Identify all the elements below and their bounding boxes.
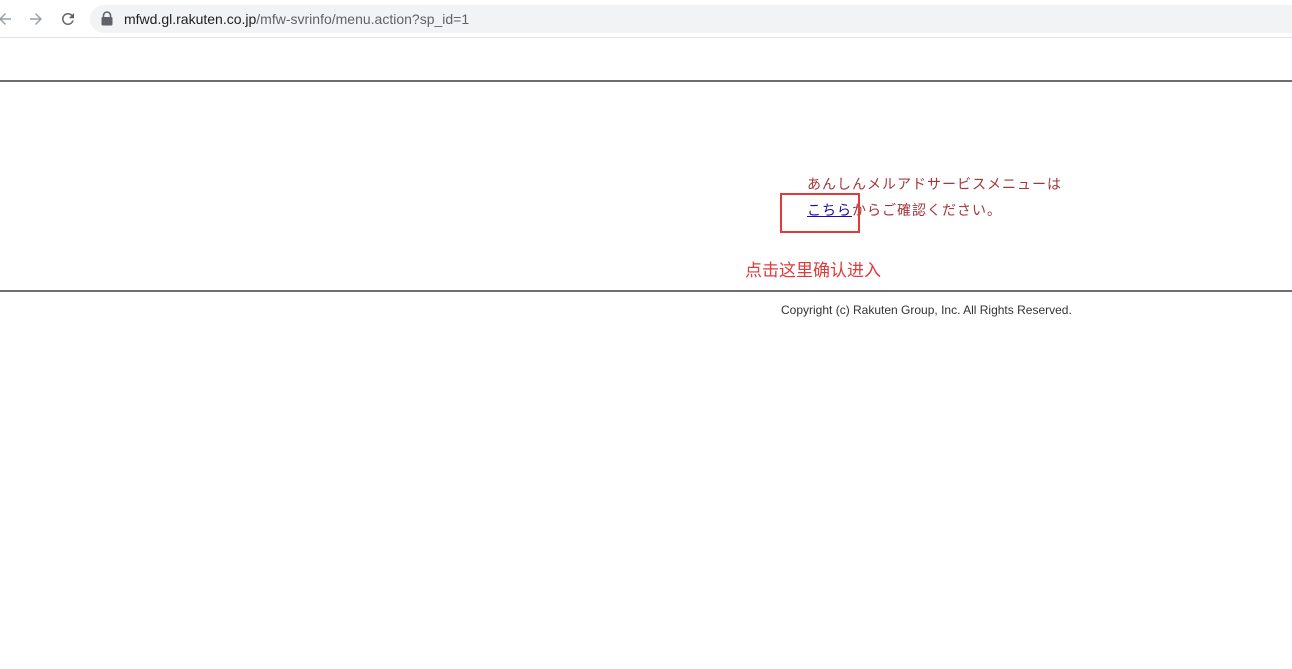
annotation-highlight-box	[780, 193, 860, 233]
browser-toolbar: mfwd.gl.rakuten.co.jp/mfw-svrinfo/menu.a…	[0, 0, 1292, 38]
service-menu-message: あんしんメルアドサービスメニューは	[807, 177, 1062, 193]
lock-icon	[101, 11, 113, 26]
bottom-divider	[0, 290, 1292, 292]
annotation-text: 点击这里确认进入	[745, 261, 881, 281]
forward-button[interactable]	[23, 6, 49, 32]
arrow-right-icon	[30, 13, 42, 25]
back-button[interactable]	[0, 6, 18, 32]
url-host: mfwd.gl.rakuten.co.jp	[124, 11, 257, 27]
address-bar[interactable]: mfwd.gl.rakuten.co.jp/mfw-svrinfo/menu.a…	[90, 5, 1292, 33]
top-divider	[0, 80, 1292, 82]
reload-button[interactable]	[55, 6, 81, 32]
reload-icon	[61, 12, 74, 25]
copyright-footer: Copyright (c) Rakuten Group, Inc. All Ri…	[781, 303, 1072, 317]
confirm-message-suffix: からご確認ください。	[852, 203, 1002, 219]
arrow-left-icon	[0, 13, 11, 25]
url-path: /mfw-svrinfo/menu.action?sp_id=1	[256, 11, 470, 27]
url-text: mfwd.gl.rakuten.co.jp/mfw-svrinfo/menu.a…	[124, 10, 469, 28]
